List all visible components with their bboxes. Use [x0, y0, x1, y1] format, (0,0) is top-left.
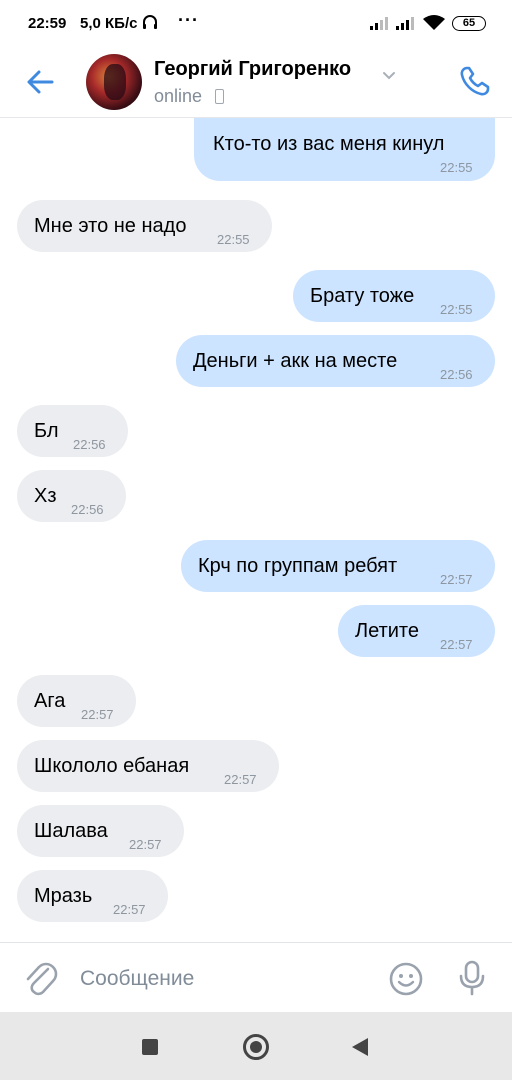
message-composer [0, 942, 512, 1012]
arrow-left-icon [27, 70, 54, 94]
contact-name[interactable]: Георгий Григоренко [154, 58, 351, 81]
message-time: 22:56 [71, 502, 104, 517]
incoming-message[interactable]: Школоло ебаная 22:57 [17, 740, 279, 792]
message-time: 22:57 [113, 902, 146, 917]
emoji-button[interactable] [388, 961, 424, 1002]
incoming-message[interactable]: Шалава 22:57 [17, 805, 184, 857]
mobile-phone-icon [215, 89, 224, 104]
message-text: Крч по группам ребят [198, 555, 398, 577]
incoming-message[interactable]: Хз 22:56 [17, 470, 126, 522]
incoming-message[interactable]: Мне это не надо 22:55 [17, 200, 272, 252]
outgoing-message[interactable]: Кто-то из вас меня кинул 22:55 [194, 118, 495, 181]
wifi-icon [422, 15, 446, 36]
more-notifications-icon: ··· [178, 10, 199, 30]
message-text: Мне это не надо [34, 215, 187, 237]
battery-icon: 65 [452, 16, 486, 31]
message-text: Мразь [34, 885, 93, 907]
contact-status: online [154, 86, 203, 106]
message-time: 22:55 [440, 160, 473, 175]
message-time: 22:57 [129, 837, 162, 852]
system-navigation-bar [0, 1012, 512, 1080]
microphone-icon [459, 960, 485, 996]
message-text: Деньги + акк на месте [193, 350, 398, 372]
message-time: 22:56 [73, 437, 106, 452]
signal-icon [396, 16, 418, 35]
voice-message-button[interactable] [456, 959, 488, 1002]
status-network-speed: 5,0 КБ/с [80, 15, 138, 32]
message-time: 22:55 [217, 232, 250, 247]
phone-icon [460, 66, 490, 96]
message-input[interactable] [80, 965, 370, 993]
message-time: 22:55 [440, 302, 473, 317]
attach-button[interactable] [22, 959, 58, 1002]
message-text: Летите [355, 620, 419, 642]
message-text: Школоло ебаная [34, 755, 190, 777]
message-text: Шалава [34, 820, 108, 842]
incoming-message[interactable]: Ага 22:57 [17, 675, 136, 727]
message-time: 22:57 [440, 572, 473, 587]
message-text: Бл [34, 420, 59, 442]
outgoing-message[interactable]: Брату тоже 22:55 [293, 270, 495, 322]
system-back-button[interactable] [352, 1038, 368, 1056]
message-time: 22:57 [440, 637, 473, 652]
message-text: Брату тоже [310, 285, 415, 307]
signal-icon [370, 16, 392, 35]
incoming-message[interactable]: Бл 22:56 [17, 405, 128, 457]
outgoing-message[interactable]: Летите 22:57 [338, 605, 495, 657]
back-button[interactable] [22, 64, 58, 100]
home-button[interactable] [243, 1034, 269, 1060]
message-text: Кто-то из вас меня кинул [213, 133, 445, 155]
outgoing-message[interactable]: Деньги + акк на месте 22:56 [176, 335, 495, 387]
status-time: 22:59 [28, 15, 67, 32]
smiley-icon [389, 962, 423, 996]
chat-header: Георгий Григоренко online [0, 46, 512, 118]
recents-button[interactable] [142, 1039, 158, 1055]
chevron-down-icon[interactable] [382, 68, 396, 86]
avatar[interactable] [86, 54, 142, 110]
incoming-message[interactable]: Мразь 22:57 [17, 870, 168, 922]
status-bar: 22:59 5,0 КБ/с ··· 65 [0, 0, 512, 46]
outgoing-message[interactable]: Крч по группам ребят 22:57 [181, 540, 495, 592]
message-list[interactable]: Кто-то из вас меня кинул 22:55 Мне это не … [0, 118, 512, 942]
paperclip-icon [26, 962, 58, 996]
message-text: Хз [34, 485, 57, 507]
call-button[interactable] [456, 62, 494, 100]
message-time: 22:57 [224, 772, 257, 787]
message-text: Ага [34, 690, 66, 712]
headphones-icon [142, 14, 158, 35]
message-time: 22:56 [440, 367, 473, 382]
message-time: 22:57 [81, 707, 114, 722]
